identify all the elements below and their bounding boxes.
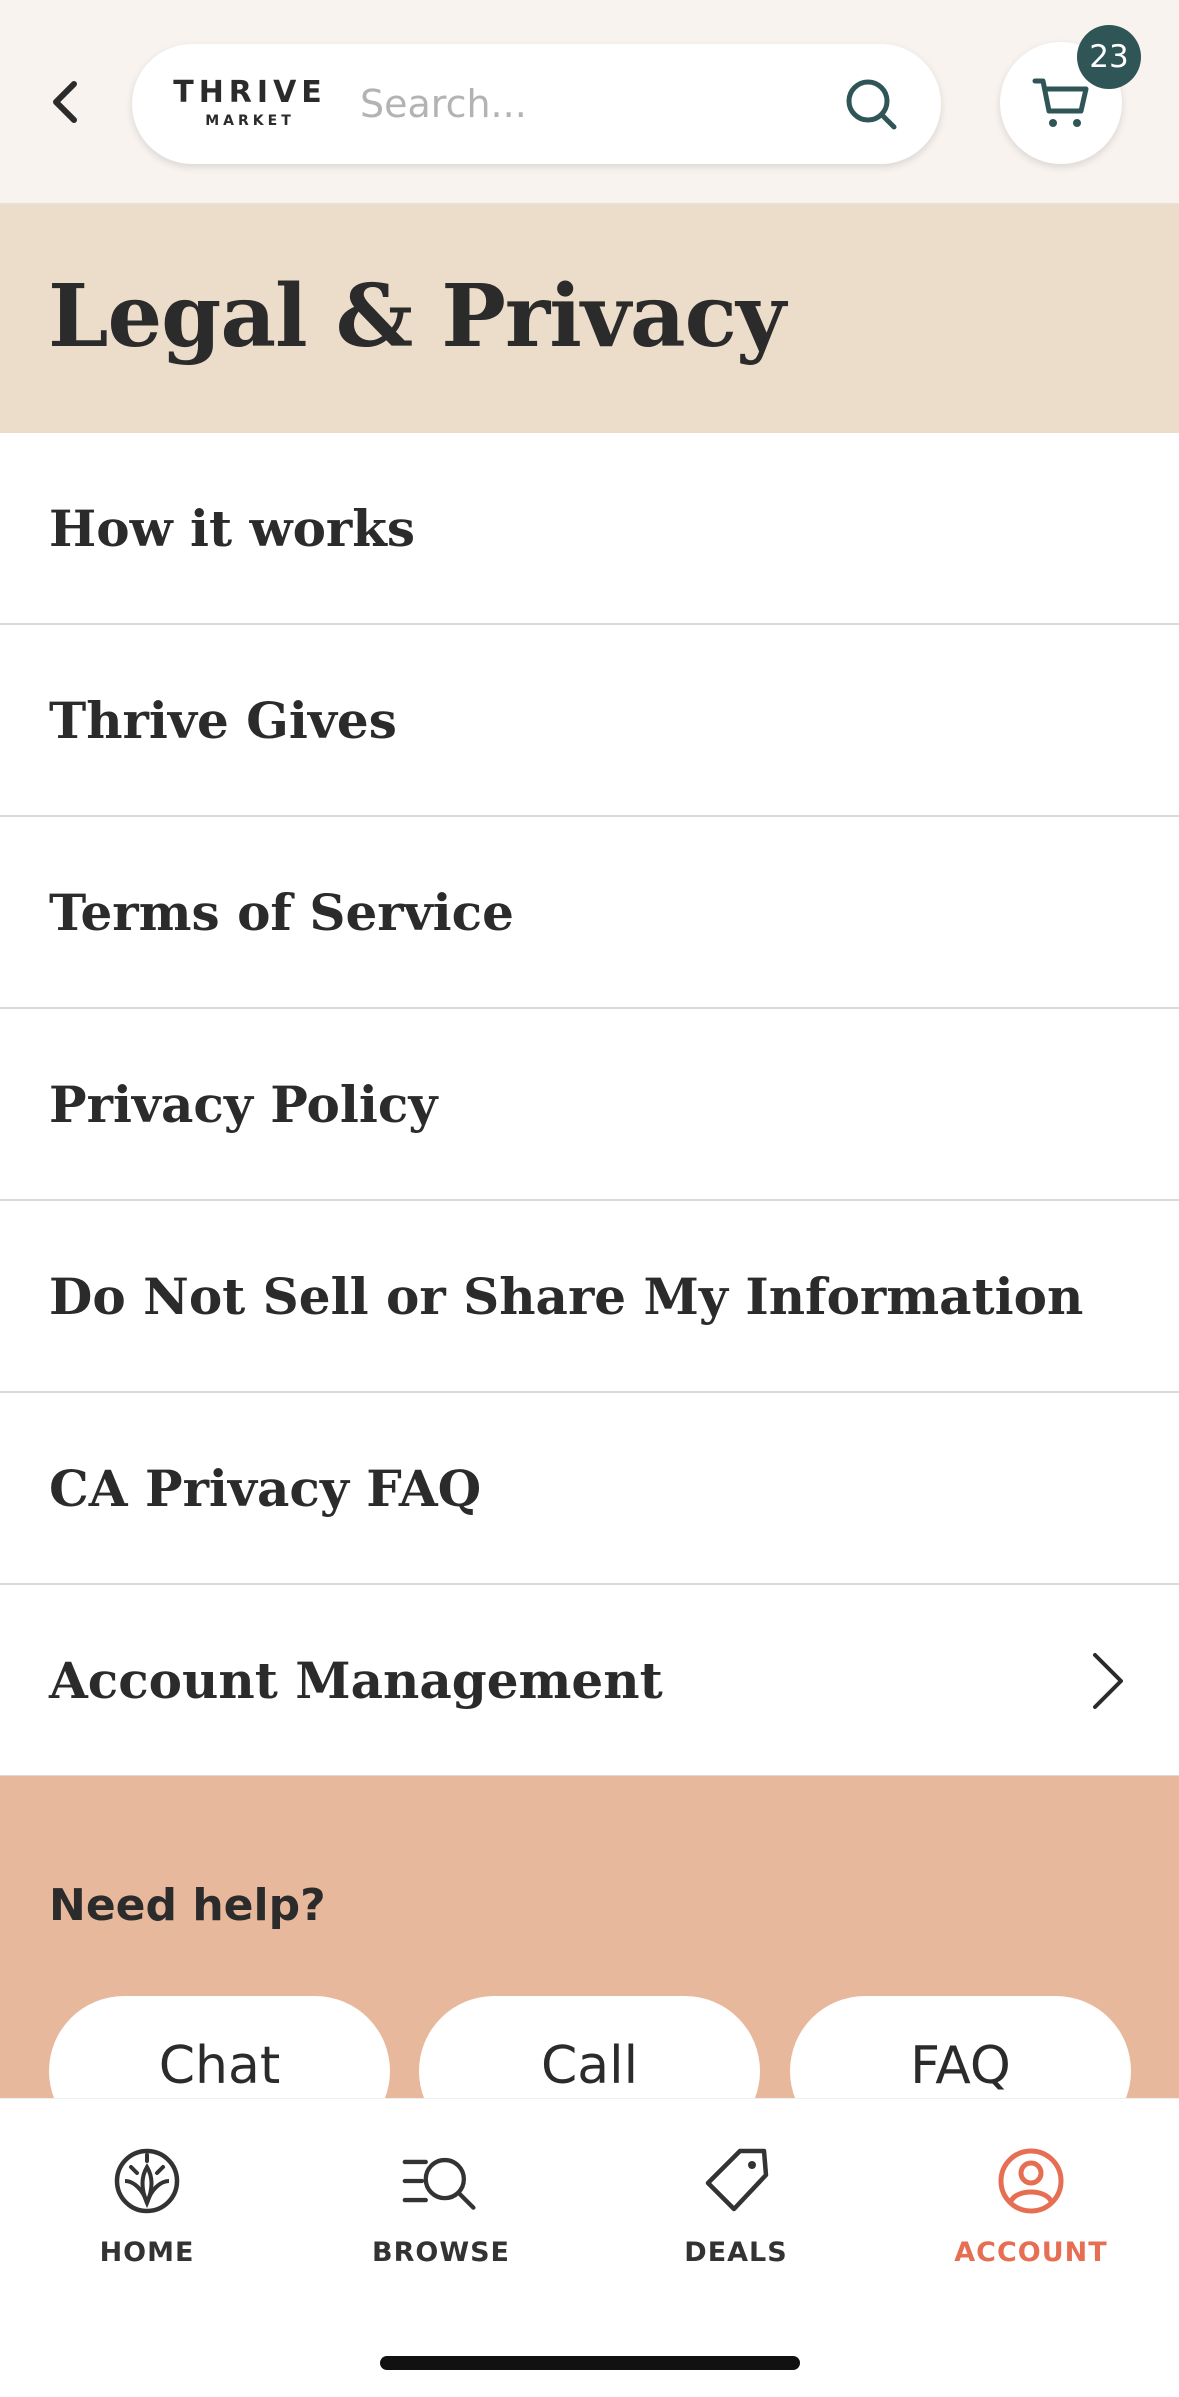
menu-item-account-management[interactable]: Account Management	[0, 1585, 1179, 1777]
search-bar[interactable]: THRIVE MARKET	[132, 44, 941, 164]
call-button[interactable]: Call	[419, 1996, 760, 2098]
menu-item-terms-of-service[interactable]: Terms of Service	[0, 817, 1179, 1009]
faq-button[interactable]: FAQ	[790, 1996, 1131, 2098]
tab-home[interactable]: HOME	[0, 2099, 294, 2299]
legal-menu-list: How it works Thrive Gives Terms of Servi…	[0, 433, 1179, 1777]
account-icon	[991, 2141, 1071, 2221]
menu-item-privacy-policy[interactable]: Privacy Policy	[0, 1009, 1179, 1201]
menu-item-label: CA Privacy FAQ	[49, 1458, 482, 1518]
top-bar: THRIVE MARKET 23	[0, 0, 1179, 205]
tab-account[interactable]: ACCOUNT	[884, 2099, 1178, 2299]
menu-item-label: Terms of Service	[49, 882, 514, 942]
bottom-tab-bar: HOME BROWSE DEALS ACCOUNT	[0, 2098, 1179, 2397]
cart-icon	[1032, 78, 1089, 127]
back-button[interactable]	[40, 72, 90, 132]
home-leaf-icon	[107, 2141, 187, 2221]
menu-item-how-it-works[interactable]: How it works	[0, 433, 1179, 625]
menu-item-label: Privacy Policy	[49, 1074, 438, 1134]
menu-item-do-not-sell[interactable]: Do Not Sell or Share My Information	[0, 1201, 1179, 1393]
menu-item-label: Account Management	[49, 1650, 663, 1710]
tag-icon	[696, 2141, 776, 2221]
tab-deals[interactable]: DEALS	[589, 2099, 883, 2299]
browse-search-icon	[401, 2141, 481, 2221]
help-title: Need help?	[49, 1880, 326, 1931]
menu-item-ca-privacy-faq[interactable]: CA Privacy FAQ	[0, 1393, 1179, 1585]
search-input[interactable]	[358, 81, 841, 127]
search-icon[interactable]	[841, 74, 901, 134]
chevron-right-icon	[1093, 1653, 1123, 1709]
cart-count-badge: 23	[1077, 25, 1141, 89]
chevron-left-icon	[53, 81, 77, 123]
home-indicator	[380, 2356, 800, 2370]
tab-label: DEALS	[684, 2237, 788, 2268]
tab-label: HOME	[99, 2237, 195, 2268]
help-section: Need help? Chat Call FAQ	[0, 1776, 1179, 2098]
tab-label: ACCOUNT	[954, 2237, 1108, 2268]
thrive-market-logo: THRIVE MARKET	[173, 74, 322, 134]
title-banner: Legal & Privacy	[0, 205, 1179, 433]
page-title: Legal & Privacy	[48, 266, 786, 367]
logo-wordmark-bottom: MARKET	[205, 113, 295, 129]
menu-item-thrive-gives[interactable]: Thrive Gives	[0, 625, 1179, 817]
menu-item-label: How it works	[49, 498, 416, 558]
menu-item-label: Thrive Gives	[49, 690, 397, 750]
tab-label: BROWSE	[372, 2237, 510, 2268]
logo-wordmark-top: THRIVE	[173, 75, 327, 110]
menu-item-label: Do Not Sell or Share My Information	[49, 1266, 1084, 1326]
chat-button[interactable]: Chat	[49, 1996, 390, 2098]
tab-browse[interactable]: BROWSE	[294, 2099, 588, 2299]
